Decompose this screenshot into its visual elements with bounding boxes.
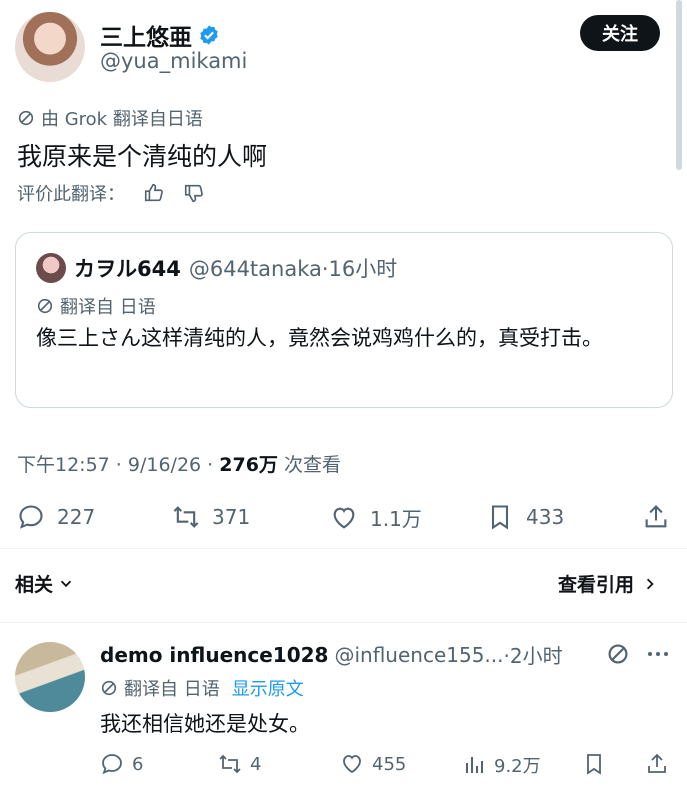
quote-time: ·16小时	[321, 257, 398, 281]
rate-translation-row: 评价此翻译：	[17, 180, 205, 206]
translate-icon	[37, 298, 53, 314]
share-icon	[645, 505, 667, 528]
quote-text: 像三上さん这样清纯的人，竟然会说鸡鸡什么的，真受打击。	[36, 326, 603, 350]
reply-author-name[interactable]: demo influence1028	[100, 643, 328, 667]
tweet-text: 我原来是个清纯的人啊	[17, 142, 268, 171]
bookmark-count: 433	[526, 505, 565, 529]
reply-text: 我还相信她还是处女。	[100, 712, 310, 736]
reply-time: ·2小时	[503, 644, 563, 668]
quote-header: カヲル644 @644tanaka ·16小时	[74, 253, 397, 283]
translate-icon	[101, 680, 117, 696]
heart-icon	[333, 507, 355, 529]
like-button[interactable]: 1.1万	[330, 503, 422, 532]
thumbs-down-icon[interactable]	[183, 182, 205, 204]
reply-translation-label: 翻译自 日语	[124, 679, 220, 700]
show-original-link[interactable]: 显示原文	[232, 675, 304, 701]
scrollbar[interactable]	[676, 0, 682, 170]
author-name[interactable]: 三上悠亜	[100, 18, 192, 52]
more-options-icon[interactable]	[646, 648, 670, 660]
translation-note: 由 Grok 翻译自日语	[17, 105, 203, 131]
repost-icon	[173, 506, 199, 528]
quote-author-avatar[interactable]	[36, 253, 66, 283]
tweet-action-bar: 227 371 1.1万 433	[0, 500, 687, 536]
reply-like-button[interactable]: 455	[340, 752, 406, 776]
view-quotes-link[interactable]: 查看引用	[558, 570, 658, 597]
reply-icon	[102, 754, 122, 775]
views-count: 276万	[219, 454, 278, 476]
verified-badge-icon	[200, 25, 218, 45]
related-label: 相关	[15, 574, 54, 596]
reply-translation-note: 翻译自 日语 显示原文	[100, 675, 304, 701]
tweet-timestamp[interactable]: 下午12:57 · 9/16/26 ·	[17, 454, 219, 476]
quote-author-name[interactable]: カヲル644	[74, 253, 181, 283]
reply-like-count: 455	[372, 753, 407, 775]
reply-repost-button[interactable]: 4	[218, 752, 261, 776]
author-avatar[interactable]	[15, 12, 85, 82]
reply-action-bar: 6 4 455 9.2万	[0, 750, 687, 778]
thumbs-up-icon[interactable]	[143, 182, 165, 204]
translate-icon	[18, 110, 34, 126]
tweet-meta: 下午12:57 · 9/16/26 · 276万 次查看	[17, 450, 341, 477]
reply-author-handle[interactable]: @influence155...	[334, 643, 503, 667]
reply-views-count: 9.2万	[494, 756, 541, 777]
view-quotes-label: 查看引用	[558, 574, 635, 596]
divider	[0, 622, 687, 623]
reply-reply-count: 6	[132, 753, 144, 775]
reply-share-button[interactable]	[645, 752, 669, 776]
rate-translation-label: 评价此翻译：	[17, 184, 125, 205]
reply-views-button[interactable]: 9.2万	[462, 752, 541, 778]
like-count: 1.1万	[370, 507, 422, 531]
reply-icon	[19, 505, 43, 529]
related-dropdown[interactable]: 相关	[15, 570, 75, 597]
author-handle[interactable]: @yua_mikami	[100, 49, 247, 73]
chevron-down-icon	[60, 580, 72, 587]
share-button[interactable]	[642, 503, 670, 531]
share-icon	[648, 753, 666, 773]
quote-author-handle[interactable]: @644tanaka	[189, 257, 322, 281]
translate-toggle-icon[interactable]	[606, 642, 630, 666]
reply-button[interactable]: 227	[17, 503, 95, 531]
author-name-row[interactable]: 三上悠亜	[100, 18, 220, 52]
views-label: 次查看	[277, 454, 341, 476]
reply-count: 227	[57, 505, 96, 529]
reply-repost-count: 4	[250, 753, 262, 775]
bookmark-icon	[587, 754, 601, 775]
divider	[0, 548, 687, 549]
quote-translation-note: 翻译自 日语	[36, 293, 156, 319]
bookmark-button[interactable]: 433	[486, 503, 564, 531]
repost-count: 371	[212, 505, 251, 529]
reply-bookmark-button[interactable]	[582, 752, 606, 776]
repost-button[interactable]: 371	[172, 503, 250, 531]
reply-header: demo influence1028 @influence155... ·2小时	[100, 640, 563, 669]
reply-reply-button[interactable]: 6	[100, 752, 143, 776]
views-chart-icon	[466, 757, 483, 773]
follow-button[interactable]: 关注	[580, 15, 660, 51]
chevron-right-icon	[646, 578, 654, 589]
heart-icon	[343, 755, 361, 774]
bookmark-icon	[491, 505, 509, 530]
translation-label: 由 Grok 翻译自日语	[41, 109, 203, 130]
reply-author-avatar[interactable]	[15, 642, 85, 712]
repost-icon	[219, 754, 241, 774]
quoted-tweet-card[interactable]: カヲル644 @644tanaka ·16小时 翻译自 日语 像三上さん这样清纯…	[15, 232, 673, 408]
quote-translation-label: 翻译自 日语	[60, 297, 156, 318]
